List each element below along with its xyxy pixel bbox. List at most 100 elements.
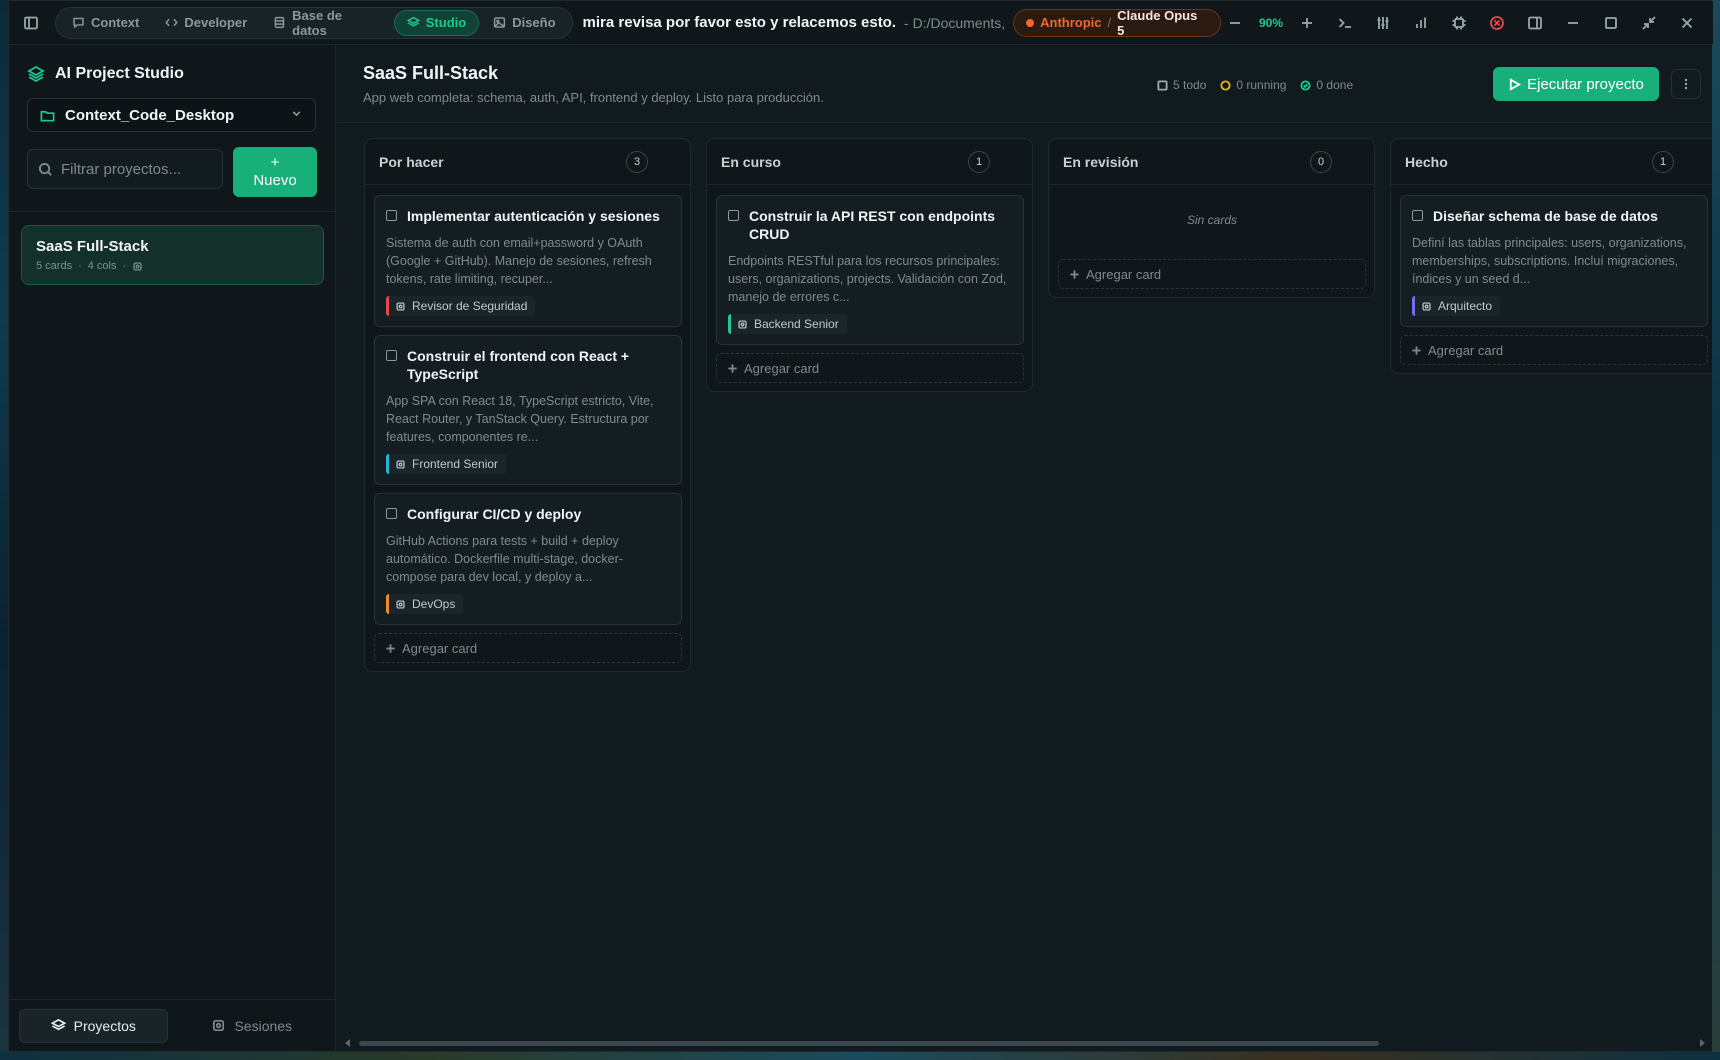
project-name: SaaS Full-Stack <box>36 238 149 255</box>
model-name: Claude Opus 5 <box>1117 7 1198 38</box>
agent-tag: Revisor de Seguridad <box>386 296 536 316</box>
search-icon <box>38 162 52 176</box>
maximize-icon[interactable] <box>1597 9 1625 37</box>
task-card[interactable]: Implementar autenticación y sesiones Sis… <box>374 195 682 327</box>
card-checkbox[interactable] <box>1412 210 1423 221</box>
new-project-button[interactable]: + Nuevo <box>233 147 317 197</box>
add-card-label: Agregar card <box>1428 342 1504 358</box>
zoom-out-icon[interactable] <box>1221 9 1249 37</box>
column-por-hacer: Por hacer 3 Implementar autenticación y … <box>364 138 691 672</box>
scrollbar-thumb[interactable] <box>359 1041 1379 1046</box>
close-icon[interactable] <box>1673 9 1701 37</box>
card-title: Implementar autenticación y sesiones <box>407 208 660 224</box>
add-card-label: Agregar card <box>1086 266 1162 282</box>
tab-sessions-label: Sesiones <box>234 1017 293 1034</box>
run-project-button[interactable]: Ejecutar proyecto <box>1493 67 1659 101</box>
column-count: 1 <box>968 150 990 173</box>
tab-design[interactable]: Diseño <box>481 10 567 36</box>
tab-label: Studio <box>425 15 467 30</box>
more-vertical-icon <box>1684 78 1688 90</box>
plus-icon <box>1412 345 1421 355</box>
scroll-left-icon[interactable] <box>345 1039 350 1047</box>
collapse-icon[interactable] <box>1635 9 1663 37</box>
add-card-button[interactable]: Agregar card <box>374 633 682 663</box>
agent-name: Frontend Senior <box>412 457 499 471</box>
column-body: Implementar autenticación y sesiones Sis… <box>365 185 690 671</box>
agent-icon <box>213 1019 225 1032</box>
stop-circle-icon[interactable] <box>1483 9 1511 37</box>
tab-projects-label: Proyectos <box>73 1017 136 1034</box>
column-body: Construir la API REST con endpoints CRUD… <box>707 185 1032 391</box>
task-card[interactable]: Construir la API REST con endpoints CRUD… <box>716 195 1024 345</box>
filter-projects-input[interactable] <box>61 160 211 178</box>
terminal-icon[interactable] <box>1331 9 1359 37</box>
tab-database[interactable]: Base de datos <box>261 8 392 38</box>
zoom-in-icon[interactable] <box>1293 9 1321 37</box>
stat-running-label: 0 running <box>1236 78 1287 92</box>
circle-icon <box>1220 79 1231 91</box>
new-project-label: Nuevo <box>253 172 297 189</box>
card-checkbox[interactable] <box>386 210 397 221</box>
card-checkbox[interactable] <box>728 210 739 221</box>
project-item[interactable]: SaaS Full-Stack 5 cards · 4 cols · <box>21 225 324 285</box>
meta-dot: · <box>78 260 82 272</box>
tab-projects[interactable]: Proyectos <box>19 1008 168 1043</box>
task-card[interactable]: Construir el frontend con React + TypeSc… <box>374 335 682 485</box>
model-separator: / <box>1107 15 1112 30</box>
task-card[interactable]: Diseñar schema de base de datos Definí l… <box>1400 195 1708 327</box>
model-selector[interactable]: Anthropic / Claude Opus 5 <box>1013 7 1221 38</box>
card-title: Construir el frontend con React + TypeSc… <box>407 348 630 382</box>
add-card-button[interactable]: Agregar card <box>716 353 1024 383</box>
desktop-wallpaper-bottom <box>0 1052 1720 1060</box>
scroll-right-icon[interactable] <box>1700 1039 1705 1047</box>
tab-sessions[interactable]: Sesiones <box>178 1009 326 1043</box>
agent-icon <box>396 301 405 311</box>
sliders-icon[interactable] <box>1369 9 1397 37</box>
sidebar-bottom-tabs: Proyectos Sesiones <box>9 999 336 1051</box>
more-options-button[interactable] <box>1671 69 1701 99</box>
card-checkbox[interactable] <box>386 350 397 361</box>
sidebar-divider <box>9 211 336 212</box>
image-icon <box>494 17 506 28</box>
page-title: SaaS Full-Stack <box>363 63 499 83</box>
project-col-count: 4 cols <box>87 260 117 272</box>
bar-chart-icon[interactable] <box>1407 9 1435 37</box>
column-body: Sin cards Agregar card <box>1049 185 1374 297</box>
tab-studio[interactable]: Studio <box>393 9 480 36</box>
run-project-label: Ejecutar proyecto <box>1527 75 1644 93</box>
column-header: Hecho 1 <box>1391 139 1712 185</box>
meta-dot: · <box>122 260 127 272</box>
agent-name: Arquitecto <box>1438 299 1493 313</box>
project-meta: 5 cards · 4 cols · <box>36 260 309 272</box>
filter-projects-input-wrap <box>27 149 223 189</box>
sidebar-toggle-icon[interactable] <box>17 9 45 37</box>
card-description: GitHub Actions para tests + build + depl… <box>386 534 623 584</box>
column-count: 0 <box>1310 150 1332 173</box>
column-hecho: Hecho 1 Diseñar schema de base de datos … <box>1390 138 1712 374</box>
tab-context[interactable]: Context <box>60 10 151 36</box>
tab-developer[interactable]: Developer <box>153 10 259 36</box>
task-card[interactable]: Configurar CI/CD y deploy GitHub Actions… <box>374 493 682 625</box>
column-title: En revisión <box>1063 153 1139 170</box>
column-en-revision: En revisión 0 Sin cards Agregar card <box>1048 138 1375 298</box>
split-view-icon[interactable] <box>1521 9 1549 37</box>
add-card-button[interactable]: Agregar card <box>1400 335 1708 365</box>
plus-icon <box>728 363 737 373</box>
session-path: - D:/Documents, <box>904 14 1006 31</box>
main-panel: SaaS Full-Stack App web completa: schema… <box>337 45 1712 1051</box>
nav-tabs: Context Developer Base de datos Studio D… <box>54 6 573 39</box>
horizontal-scrollbar[interactable] <box>345 1039 1705 1047</box>
minimize-icon[interactable] <box>1559 9 1587 37</box>
card-checkbox[interactable] <box>386 508 397 519</box>
workspace-select[interactable]: Context_Code_Desktop <box>27 98 316 132</box>
agent-name: Revisor de Seguridad <box>412 299 528 313</box>
card-description: Sistema de auth con email+password y OAu… <box>386 236 652 286</box>
play-icon <box>1509 77 1522 91</box>
agent-name: DevOps <box>412 597 456 611</box>
add-card-label: Agregar card <box>402 640 478 656</box>
agent-icon <box>1422 301 1431 311</box>
add-card-button[interactable]: Agregar card <box>1058 259 1366 289</box>
agent-icon <box>133 261 142 271</box>
chip-icon[interactable] <box>1445 9 1473 37</box>
agent-icon <box>396 599 405 609</box>
